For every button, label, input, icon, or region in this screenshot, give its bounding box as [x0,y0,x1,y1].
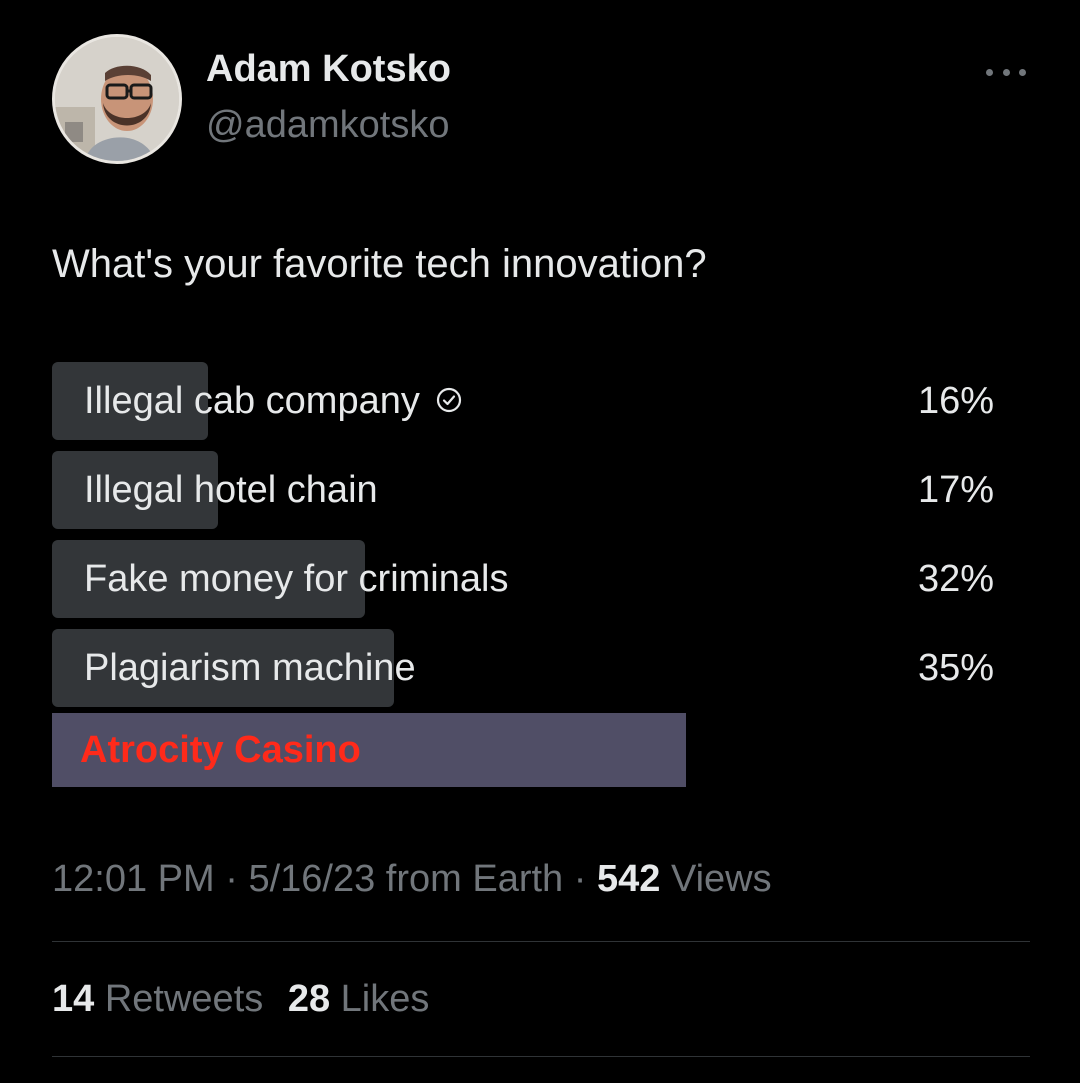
tweet-time[interactable]: 12:01 PM [52,858,215,900]
poll-option-label: Plagiarism machine [84,646,416,689]
poll-option-label: Illegal cab company [84,379,420,422]
poll: Illegal cab company 16% Illegal hotel ch… [52,362,1002,718]
poll-option: Fake money for criminals 32% [52,540,1002,618]
avatar[interactable] [52,34,182,164]
check-circle-icon [436,380,462,423]
poll-option-label: Fake money for criminals [84,557,509,600]
views-label: Views [670,858,772,900]
views-count: 542 [596,858,661,900]
poll-option-percent: 17% [917,468,994,511]
author-display-name[interactable]: Adam Kotsko [206,48,451,91]
likes-label: Likes [340,978,430,1020]
retweets-label: Retweets [104,978,264,1020]
tweet-source: from Earth [385,858,564,900]
poll-option: Plagiarism machine 35% [52,629,1002,707]
tweet-stats: 14 Retweets 28 Likes [52,978,429,1021]
poll-option: Illegal cab company 16% [52,362,1002,440]
tweet-date[interactable]: 5/16/23 [248,858,375,900]
poll-extra-option-label: Atrocity Casino [80,728,361,771]
author-handle[interactable]: @adamkotsko [206,104,449,147]
meta-separator: · [573,858,587,900]
tweet-text: What's your favorite tech innovation? [52,242,707,286]
retweets-count: 14 [52,978,95,1020]
more-horizontal-icon[interactable] [986,60,1026,84]
tweet-meta: 12:01 PM · 5/16/23 from Earth · 542 View… [52,858,772,901]
poll-option-percent: 16% [917,379,994,422]
likes-stat[interactable]: 28 Likes [288,978,430,1020]
poll-extra-option: Atrocity Casino [52,713,686,787]
divider [52,941,1030,942]
poll-option-label: Illegal hotel chain [84,468,378,511]
poll-option-percent: 32% [917,557,994,600]
likes-count: 28 [287,978,331,1020]
retweets-stat[interactable]: 14 Retweets [52,978,274,1020]
poll-option-percent: 35% [917,646,994,689]
meta-separator: · [225,858,238,900]
divider [52,1056,1030,1057]
poll-option: Illegal hotel chain 17% [52,451,1002,529]
